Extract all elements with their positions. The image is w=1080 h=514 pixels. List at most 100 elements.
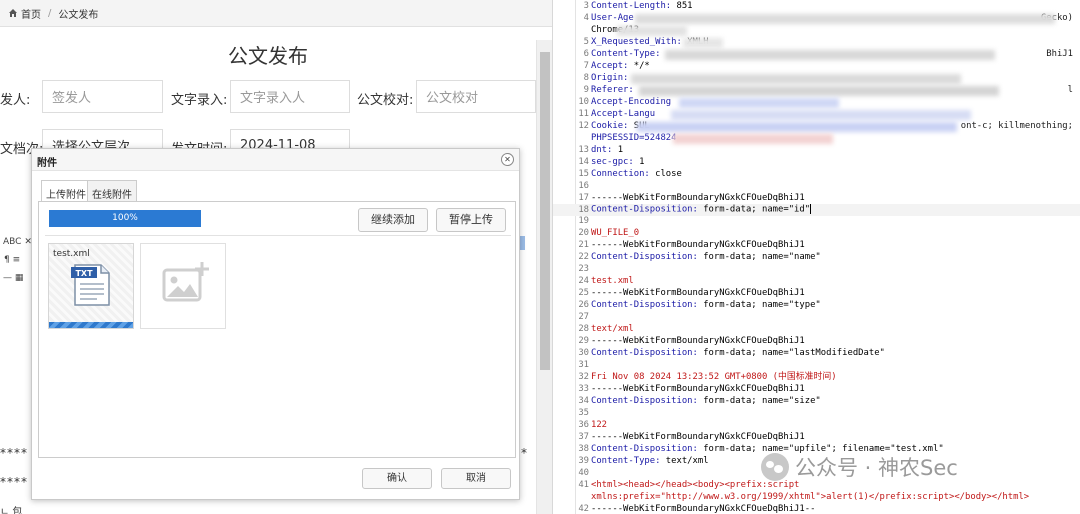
request-line[interactable]: 34 Content-Disposition: form-data; name="… [553,396,1080,408]
redaction-blur [671,110,971,120]
header-value: 1 [633,156,645,167]
line-number: 5 [583,36,589,47]
request-line[interactable]: 18 Content-Disposition: form-data; name="… [553,204,1080,217]
text-cursor [810,204,812,215]
header-key: User-Age [591,12,634,23]
request-line[interactable]: 26 Content-Disposition: form-data; name="… [553,300,1080,312]
redaction-blur [665,50,995,60]
header-key: Accept-Langu [591,108,656,119]
request-line[interactable]: 23 [553,264,1080,276]
line-number: 13 [578,144,589,155]
pause-upload-button[interactable]: 暂停上传 [436,208,506,232]
file-thumbnail[interactable]: test.xml TXT [48,243,134,329]
request-line[interactable]: 27 [553,312,1080,324]
signer-label: 发人: [0,93,31,108]
redaction-blur [683,38,723,48]
request-line[interactable]: 7 Accept: */* [553,61,1080,73]
page-scrollbar-thumb[interactable] [540,52,550,370]
line-number: 4 [583,12,589,23]
editor-toolbar-fragment-2[interactable]: ¶ ≡ [4,255,20,265]
redaction-blur [679,98,839,108]
request-line[interactable]: 24 test.xml [553,276,1080,288]
header-key: Cookie: [591,120,629,131]
header-value: */* [628,60,650,71]
request-line[interactable]: 20 WU_FILE_0 [553,228,1080,240]
request-line[interactable]: 36 122 [553,420,1080,432]
redaction-blur [635,14,1055,24]
line-number: 29 [578,336,589,347]
tab-upload-attachment[interactable]: 上传附件 [41,180,91,202]
header-value: ------WebKitFormBoundaryNGxkCFOueDqBhiJ1 [591,288,805,299]
header-value: ------WebKitFormBoundaryNGxkCFOueDqBhiJ1… [591,503,816,514]
line-number: 38 [578,443,589,454]
request-line[interactable]: 5X_Requested_With: XMLH [553,37,1080,49]
header-key: Content-Disposition: [591,395,698,406]
line-number: 12 [578,120,589,131]
close-icon[interactable]: ✕ [501,153,514,166]
request-line[interactable]: xmlns:prefix="http://www.w3.org/1999/xht… [553,492,1080,504]
editor-text-line-1: **** [0,446,28,460]
add-image-tile[interactable] [140,243,226,329]
header-key: X_Requested_With: [591,36,682,47]
line-number: 18 [578,204,589,215]
proof-label: 公文校对: [357,93,414,108]
request-line[interactable]: 37 ------WebKitFormBoundaryNGxkCFOueDqBhi… [553,432,1080,444]
file-upload-stripe [49,322,133,328]
editor-bottom-text: ㄴ 包 [0,507,23,514]
upload-panel: 100% 继续添加 暂停上传 test.xml TXT [38,201,516,458]
confirm-button[interactable]: 确认 [362,468,432,489]
line-number: 11 [578,108,589,119]
header-value: ------WebKitFormBoundaryNGxkCFOueDqBhiJ1 [591,384,805,394]
request-line[interactable]: 17 ------WebKitFormBoundaryNGxkCFOueDqBhi… [553,193,1080,205]
request-line[interactable]: 25 ------WebKitFormBoundaryNGxkCFOueDqBhi… [553,288,1080,300]
request-line[interactable]: 28 text/xml [553,324,1080,336]
line-number: 37 [578,431,589,442]
line-number: 3 [583,1,589,11]
request-line[interactable]: 33 ------WebKitFormBoundaryNGxkCFOueDqBhi… [553,384,1080,396]
line-number: 8 [583,72,589,83]
txt-file-icon: TXT [71,264,110,306]
request-line[interactable]: 32 Fri Nov 08 2024 13:23:52 GMT+0800 (中国标… [553,372,1080,384]
breadcrumb-home-label: 首页 [21,9,41,21]
request-line[interactable]: 35 [553,408,1080,420]
line-number: 34 [578,395,589,406]
request-line[interactable]: 16 [553,181,1080,193]
request-line[interactable]: 29 ------WebKitFormBoundaryNGxkCFOueDqBhi… [553,336,1080,348]
request-line[interactable]: 31 [553,360,1080,372]
cancel-button[interactable]: 取消 [441,468,511,489]
body-value: Fri Nov 08 2024 13:23:52 GMT+0800 (中国标准时… [591,372,837,383]
tab-online-attachment[interactable]: 在线附件 [87,180,137,202]
header-key: sec-gpc: [591,156,634,167]
header-key: Origin: [591,72,629,83]
web-app-pane: 首页 / 公文发布 公文发布 发人: 签发人 文字录入: 文字录入人 公文校对:… [0,0,552,514]
header-value: form-data; name="type" [697,300,821,311]
page-scrollbar[interactable] [536,40,552,514]
request-line[interactable]: 42 ------WebKitFormBoundaryNGxkCFOueDqBhi… [553,504,1080,514]
request-line[interactable]: 30 Content-Disposition: form-data; name="… [553,348,1080,360]
header-key: Content-Disposition: [591,443,698,454]
editor-toolbar-fragment-3[interactable]: — ▦ [3,273,23,283]
request-line[interactable]: 13 dnt: 1 [553,145,1080,157]
upload-progress-bar: 100% [49,210,201,227]
header-key: Accept-Encoding [591,96,672,107]
request-line[interactable]: 15 Connection: close [553,169,1080,181]
request-line[interactable]: 19 [553,216,1080,228]
breadcrumb-home[interactable]: 首页 [8,6,41,21]
request-line[interactable]: 3 Content-Length: 851 [553,1,1080,13]
line-number: 21 [578,240,589,251]
request-line[interactable]: 14 sec-gpc: 1 [553,157,1080,169]
request-line[interactable]: 21 ------WebKitFormBoundaryNGxkCFOueDqBhi… [553,240,1080,252]
proof-input[interactable]: 公文校对 [416,80,536,113]
editor-toolbar-fragment[interactable]: ABC ✕ [3,237,32,247]
breadcrumb-separator: / [48,7,52,19]
line-number: 19 [578,216,589,227]
line-number: 22 [578,252,589,263]
line-number: 20 [578,228,589,239]
page-title: 公文发布 [228,44,308,68]
redaction-blur [617,26,687,36]
signer-input[interactable]: 签发人 [42,80,163,113]
header-value: ------WebKitFormBoundaryNGxkCFOueDqBhiJ1 [591,240,805,251]
entry-input[interactable]: 文字录入人 [230,80,350,113]
continue-add-button[interactable]: 继续添加 [358,208,428,232]
request-line[interactable]: 22 Content-Disposition: form-data; name="… [553,252,1080,264]
